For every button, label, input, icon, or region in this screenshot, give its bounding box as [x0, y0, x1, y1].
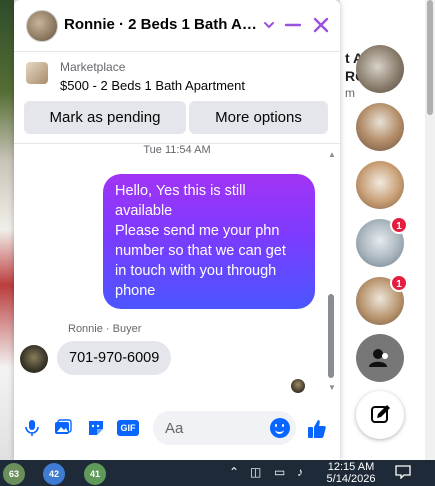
microphone-icon[interactable] [22, 418, 42, 438]
unread-badge: 1 [390, 216, 408, 234]
scroll-up-arrow[interactable]: ▲ [328, 150, 336, 159]
message-line: Hello, Yes this is still [115, 183, 246, 199]
gif-label: GIF [117, 420, 139, 436]
listing-source: Marketplace [60, 60, 126, 74]
message-line: in touch with you through [115, 263, 277, 279]
listing-title: $500 - 2 Beds 1 Bath Apartment [60, 78, 246, 93]
photo-icon[interactable] [53, 418, 73, 438]
sticker-icon[interactable] [86, 418, 106, 438]
background-text-line3: m [345, 86, 355, 100]
unread-badge: 1 [390, 274, 408, 292]
message-input-box[interactable] [153, 411, 296, 445]
minimize-icon[interactable] [282, 14, 304, 36]
message-line: available [115, 203, 173, 219]
taskbar-app-icon[interactable]: 63 [3, 463, 25, 485]
compose-icon [371, 405, 390, 423]
network-icon[interactable]: ▭ [274, 465, 285, 479]
sender-label: Ronnie · Buyer [68, 323, 142, 335]
background-page-left [0, 0, 14, 460]
seen-indicator-avatar [291, 379, 305, 393]
taskbar-app-icon[interactable]: 41 [84, 463, 106, 485]
clock-date: 5/14/2026 [326, 473, 376, 485]
page-scrollbar-thumb[interactable] [427, 0, 433, 115]
message-input[interactable] [165, 418, 261, 438]
chat-title[interactable]: Ronnie · 2 Beds 1 Bath Apa... [64, 16, 260, 33]
taskbar-app-badge: 41 [89, 469, 100, 479]
new-message-button[interactable] [356, 391, 404, 439]
chevron-up-icon[interactable]: ⌃ [229, 465, 239, 479]
chat-head-2[interactable] [356, 103, 404, 151]
message-line: Please send me your phn [115, 223, 280, 239]
listing-thumbnail [26, 62, 48, 84]
message-composer: GIF [14, 404, 340, 450]
taskbar-app-icon[interactable]: 42 [43, 463, 65, 485]
chat-window: Ronnie · 2 Beds 1 Bath Apa... Marketplac… [14, 0, 340, 460]
sender-avatar[interactable] [20, 345, 48, 373]
taskbar-app-badge: 63 [8, 469, 19, 479]
group-chat-head[interactable] [356, 334, 404, 382]
listing-info[interactable]: Marketplace $500 - 2 Beds 1 Bath Apartme… [14, 52, 340, 98]
incoming-message-bubble: 701-970-6009 [57, 341, 172, 375]
taskbar-app-badge: 42 [48, 469, 59, 479]
volume-icon[interactable]: ♪ [297, 465, 303, 479]
clock-time: 12:15 AM [327, 461, 375, 473]
more-options-button[interactable]: More options [189, 101, 328, 134]
close-icon[interactable] [310, 14, 332, 36]
taskbar: 63 42 41 ⌃ ◫ ▭ ♪ 12:15 AM 5/14/2026 [0, 460, 435, 486]
system-clock[interactable]: 12:15 AM 5/14/2026 [320, 461, 382, 485]
group-icon [369, 349, 388, 367]
chevron-down-icon[interactable] [258, 14, 280, 36]
chat-header: Ronnie · 2 Beds 1 Bath Apa... [14, 0, 340, 52]
mark-as-pending-button[interactable]: Mark as pending [24, 101, 186, 134]
meet-now-icon[interactable]: ◫ [250, 465, 261, 479]
thumbs-up-icon[interactable] [306, 418, 328, 438]
notifications-icon[interactable] [395, 465, 411, 482]
chat-head-1[interactable] [356, 45, 404, 93]
page-scrollbar[interactable] [425, 0, 435, 460]
chat-scrollbar-thumb[interactable] [328, 294, 334, 378]
message-timestamp: Tue 11:54 AM [143, 144, 211, 156]
contact-avatar[interactable] [26, 10, 58, 42]
gif-icon[interactable]: GIF [117, 418, 139, 438]
message-line: number so that we can get [115, 243, 286, 259]
message-line: phone [115, 283, 156, 299]
outgoing-message-bubble: Hello, Yes this is still available Pleas… [103, 174, 315, 309]
scroll-down-arrow[interactable]: ▼ [328, 383, 336, 392]
chat-head-3[interactable] [356, 161, 404, 209]
emoji-icon[interactable] [270, 418, 290, 438]
